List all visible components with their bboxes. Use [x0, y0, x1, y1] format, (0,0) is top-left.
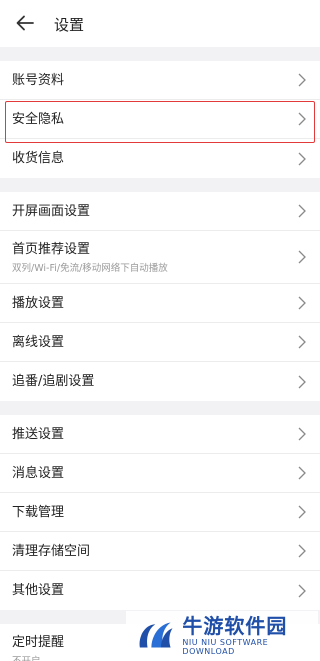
settings-item-security-privacy[interactable]: 安全隐私: [0, 100, 320, 139]
settings-item-label: 播放设置: [12, 295, 65, 311]
settings-item-label: 推送设置: [12, 426, 65, 442]
settings-group-playback: 开屏画面设置 首页推荐设置 双列/Wi-Fi/免流/移动网络下自动播放 播放设置…: [0, 192, 320, 401]
chevron-right-icon: [298, 584, 306, 597]
settings-item-download-manage[interactable]: 下载管理: [0, 493, 320, 532]
settings-item-label: 收货信息: [12, 151, 65, 166]
chevron-right-icon: [298, 466, 306, 480]
settings-group-system: 推送设置 消息设置 下载管理 清理存储空间 其他设置: [0, 415, 320, 610]
settings-item-playback[interactable]: 播放设置: [0, 284, 320, 323]
settings-item-label: 账号资料: [12, 72, 65, 88]
settings-item-label: 其他设置: [12, 583, 65, 598]
chevron-right-icon: [298, 250, 306, 264]
settings-item-account-profile[interactable]: 账号资料: [0, 61, 320, 100]
watermark: 牛游软件园 NIU NIU SOFTWARE DOWNLOAD: [126, 611, 318, 659]
settings-item-follow-series[interactable]: 追番/追剧设置: [0, 362, 320, 401]
settings-item-label: 清理存储空间: [12, 543, 91, 559]
chevron-right-icon: [298, 152, 306, 165]
settings-item-message[interactable]: 消息设置: [0, 454, 320, 493]
chevron-right-icon: [298, 427, 306, 441]
watermark-subtitle: NIU NIU SOFTWARE DOWNLOAD: [182, 638, 269, 656]
watermark-title: 牛游软件园: [182, 614, 288, 638]
back-arrow-icon[interactable]: [14, 12, 36, 34]
settings-group-account: 账号资料 安全隐私 收货信息: [0, 61, 320, 178]
settings-item-shipping-info[interactable]: 收货信息: [0, 139, 320, 178]
section-gap: [0, 178, 320, 192]
watermark-logo-icon: [139, 622, 173, 648]
settings-item-offline[interactable]: 离线设置: [0, 323, 320, 362]
settings-item-label: 追番/追剧设置: [12, 374, 95, 389]
settings-item-splash-screen[interactable]: 开屏画面设置: [0, 192, 320, 231]
page-title: 设置: [54, 16, 85, 34]
chevron-right-icon: [298, 296, 306, 310]
chevron-right-icon: [298, 505, 306, 519]
settings-item-clear-storage[interactable]: 清理存储空间: [0, 532, 320, 571]
chevron-right-icon: [298, 544, 306, 558]
settings-item-label: 安全隐私: [12, 111, 65, 127]
top-bar: 设置: [0, 0, 320, 47]
chevron-right-icon: [298, 112, 306, 126]
section-gap: [0, 47, 320, 61]
section-gap: [0, 401, 320, 415]
settings-item-label: 离线设置: [12, 334, 65, 350]
chevron-right-icon: [298, 375, 306, 388]
settings-item-push[interactable]: 推送设置: [0, 415, 320, 454]
settings-item-home-recommend[interactable]: 首页推荐设置 双列/Wi-Fi/免流/移动网络下自动播放: [0, 231, 320, 284]
chevron-right-icon: [298, 73, 306, 87]
settings-item-label: 消息设置: [12, 465, 65, 481]
settings-item-label: 开屏画面设置: [12, 203, 91, 219]
chevron-right-icon: [298, 204, 306, 218]
settings-item-description: 双列/Wi-Fi/免流/移动网络下自动播放: [12, 262, 168, 274]
settings-item-other[interactable]: 其他设置: [0, 571, 320, 610]
chevron-right-icon: [298, 335, 306, 349]
settings-item-label: 下载管理: [12, 504, 65, 520]
settings-item-label: 首页推荐设置: [12, 241, 91, 257]
